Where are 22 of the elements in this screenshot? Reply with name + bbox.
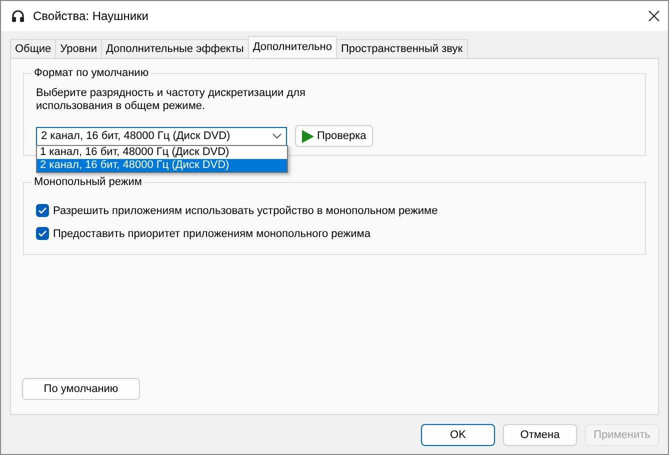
tab[interactable]: Пространственный звук	[336, 39, 468, 58]
group-title: Монопольный режим	[33, 176, 143, 188]
checkbox-label: Предоставить приоритет приложениям монопольного режима	[53, 228, 370, 240]
dropdown-option[interactable]: 1 канал, 16 бит, 48000 Гц (Диск DVD)	[37, 146, 287, 159]
format-dropdown[interactable]: 2 канал, 16 бит, 48000 Гц (Диск DVD)	[36, 126, 287, 146]
test-button[interactable]: Проверка	[295, 125, 374, 147]
dropdown-option[interactable]: 2 канал, 16 бит, 48000 Гц (Диск DVD)	[37, 159, 287, 172]
checkbox[interactable]	[36, 204, 49, 217]
checkbox-label: Разрешить приложениям использовать устройство в монопольном режиме	[53, 204, 438, 216]
close-icon[interactable]	[648, 10, 660, 22]
dialog-button[interactable]: Отмена	[503, 424, 577, 446]
chevron-icon	[272, 133, 282, 139]
headphones-icon	[11, 9, 25, 23]
play-icon	[302, 130, 314, 142]
tab[interactable]: Общие	[10, 39, 56, 58]
checkbox[interactable]	[36, 227, 49, 240]
description-text: Выберите разрядность и частоту дискретизации для использования в общем режиме.	[36, 87, 307, 113]
restore-defaults-button[interactable]: По умолчанию	[22, 378, 140, 400]
group-title: Формат по умолчанию	[33, 67, 150, 79]
window-title: Свойства: Наушники	[33, 9, 150, 23]
dialog-button[interactable]: OK	[421, 424, 495, 446]
tab[interactable]: Дополнительно	[248, 36, 337, 58]
